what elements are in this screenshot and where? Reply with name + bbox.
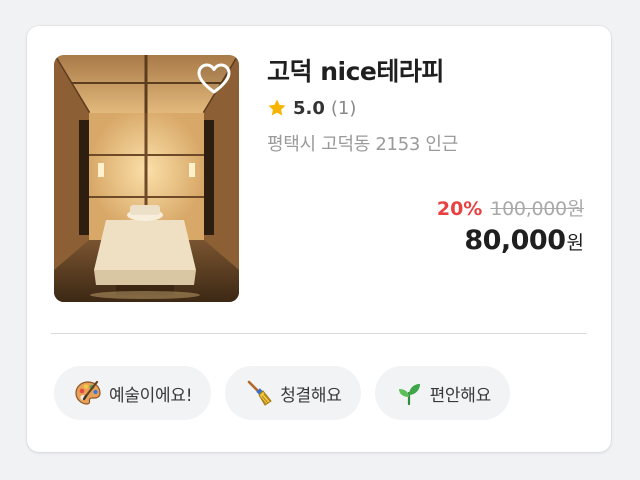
broom-icon	[244, 378, 274, 408]
rating-score: 5.0	[293, 97, 325, 119]
review-count[interactable]: (1)	[331, 98, 357, 119]
divider	[51, 333, 587, 334]
review-tags: 예술이에요! 청결해요 편안해요	[54, 366, 510, 420]
tag-comfortable[interactable]: 편안해요	[374, 366, 510, 420]
sale-price-amount: 80,000	[464, 225, 566, 256]
rating-row: 5.0 (1)	[267, 96, 587, 120]
shop-card[interactable]: 고덕 nice테라피 5.0 (1) 평택시 고덕동 2153 인근 20% 1…	[27, 26, 611, 452]
shop-info: 고덕 nice테라피 5.0 (1) 평택시 고덕동 2153 인근	[267, 54, 587, 156]
sale-price-unit: 원	[566, 232, 584, 254]
sale-price: 80,000 원	[437, 225, 584, 256]
tag-label: 편안해요	[429, 385, 492, 406]
shop-thumbnail[interactable]	[54, 55, 239, 302]
shop-name[interactable]: 고덕 nice테라피	[267, 54, 587, 90]
original-price: 100,000원	[490, 198, 584, 220]
favorite-heart-icon[interactable]	[197, 63, 231, 95]
tag-label: 예술이에요!	[109, 385, 193, 406]
price-original-row: 20% 100,000원	[437, 194, 584, 221]
price-box: 20% 100,000원 80,000 원	[437, 194, 584, 256]
tag-artistic[interactable]: 예술이에요!	[54, 366, 212, 420]
discount-rate: 20%	[436, 198, 483, 220]
seedling-icon	[394, 378, 424, 408]
artist-palette-icon	[73, 378, 103, 408]
tag-clean[interactable]: 청결해요	[225, 366, 361, 420]
shop-address: 평택시 고덕동 2153 인근	[267, 134, 458, 155]
star-icon	[268, 99, 286, 116]
tag-label: 청결해요	[280, 385, 342, 406]
